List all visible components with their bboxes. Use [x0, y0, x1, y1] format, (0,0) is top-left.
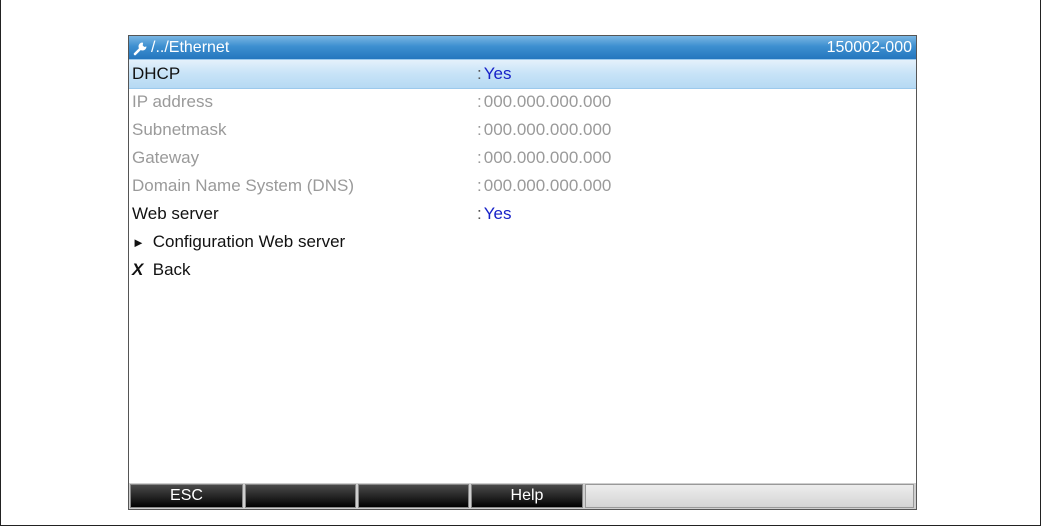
- device-screen: /../Ethernet 150002-000 DHCP : Yes IP add…: [128, 35, 917, 510]
- row-label: DHCP: [132, 64, 181, 83]
- breadcrumb-path: /../Ethernet: [151, 39, 230, 56]
- row-label: Gateway: [132, 148, 200, 167]
- row-value: :000.000.000.000: [477, 92, 612, 111]
- x-back-icon: X: [132, 260, 144, 279]
- row-value: :000.000.000.000: [477, 148, 612, 167]
- softkey-help[interactable]: Help: [471, 484, 583, 508]
- row-label: ► Configuration Web server: [132, 232, 346, 251]
- row-value: :000.000.000.000: [477, 120, 612, 139]
- menu-row-ip-address: IP address :000.000.000.000: [129, 88, 916, 116]
- menu-row-dhcp[interactable]: DHCP : Yes: [129, 59, 916, 89]
- softkey-esc[interactable]: ESC: [130, 484, 243, 508]
- menu-row-back[interactable]: X Back: [129, 256, 916, 284]
- row-label: Web server: [132, 204, 219, 223]
- row-label: X Back: [132, 260, 191, 279]
- row-value: : Yes: [477, 64, 512, 83]
- row-value: : Yes: [477, 204, 512, 223]
- menu-row-configuration-web-server[interactable]: ► Configuration Web server: [129, 228, 916, 256]
- wrench-icon: [133, 42, 147, 56]
- row-label: Subnetmask: [132, 120, 227, 139]
- menu-code: 150002-000: [826, 39, 912, 56]
- row-label: Domain Name System (DNS): [132, 176, 354, 195]
- row-label: IP address: [132, 92, 213, 111]
- menu-row-web-server[interactable]: Web server : Yes: [129, 200, 916, 228]
- softkey-status-area: [585, 484, 914, 508]
- breadcrumb: /../Ethernet: [133, 39, 229, 57]
- softkey-3[interactable]: [358, 484, 469, 508]
- play-arrow-icon: ►: [132, 235, 145, 250]
- softkey-2[interactable]: [245, 484, 356, 508]
- menu-row-gateway: Gateway :000.000.000.000: [129, 144, 916, 172]
- title-bar: /../Ethernet 150002-000: [129, 36, 916, 59]
- softkey-bar: ESC Help: [129, 483, 916, 509]
- menu-row-subnetmask: Subnetmask :000.000.000.000: [129, 116, 916, 144]
- menu-row-dns: Domain Name System (DNS) :000.000.000.00…: [129, 172, 916, 200]
- row-value: :000.000.000.000: [477, 176, 612, 195]
